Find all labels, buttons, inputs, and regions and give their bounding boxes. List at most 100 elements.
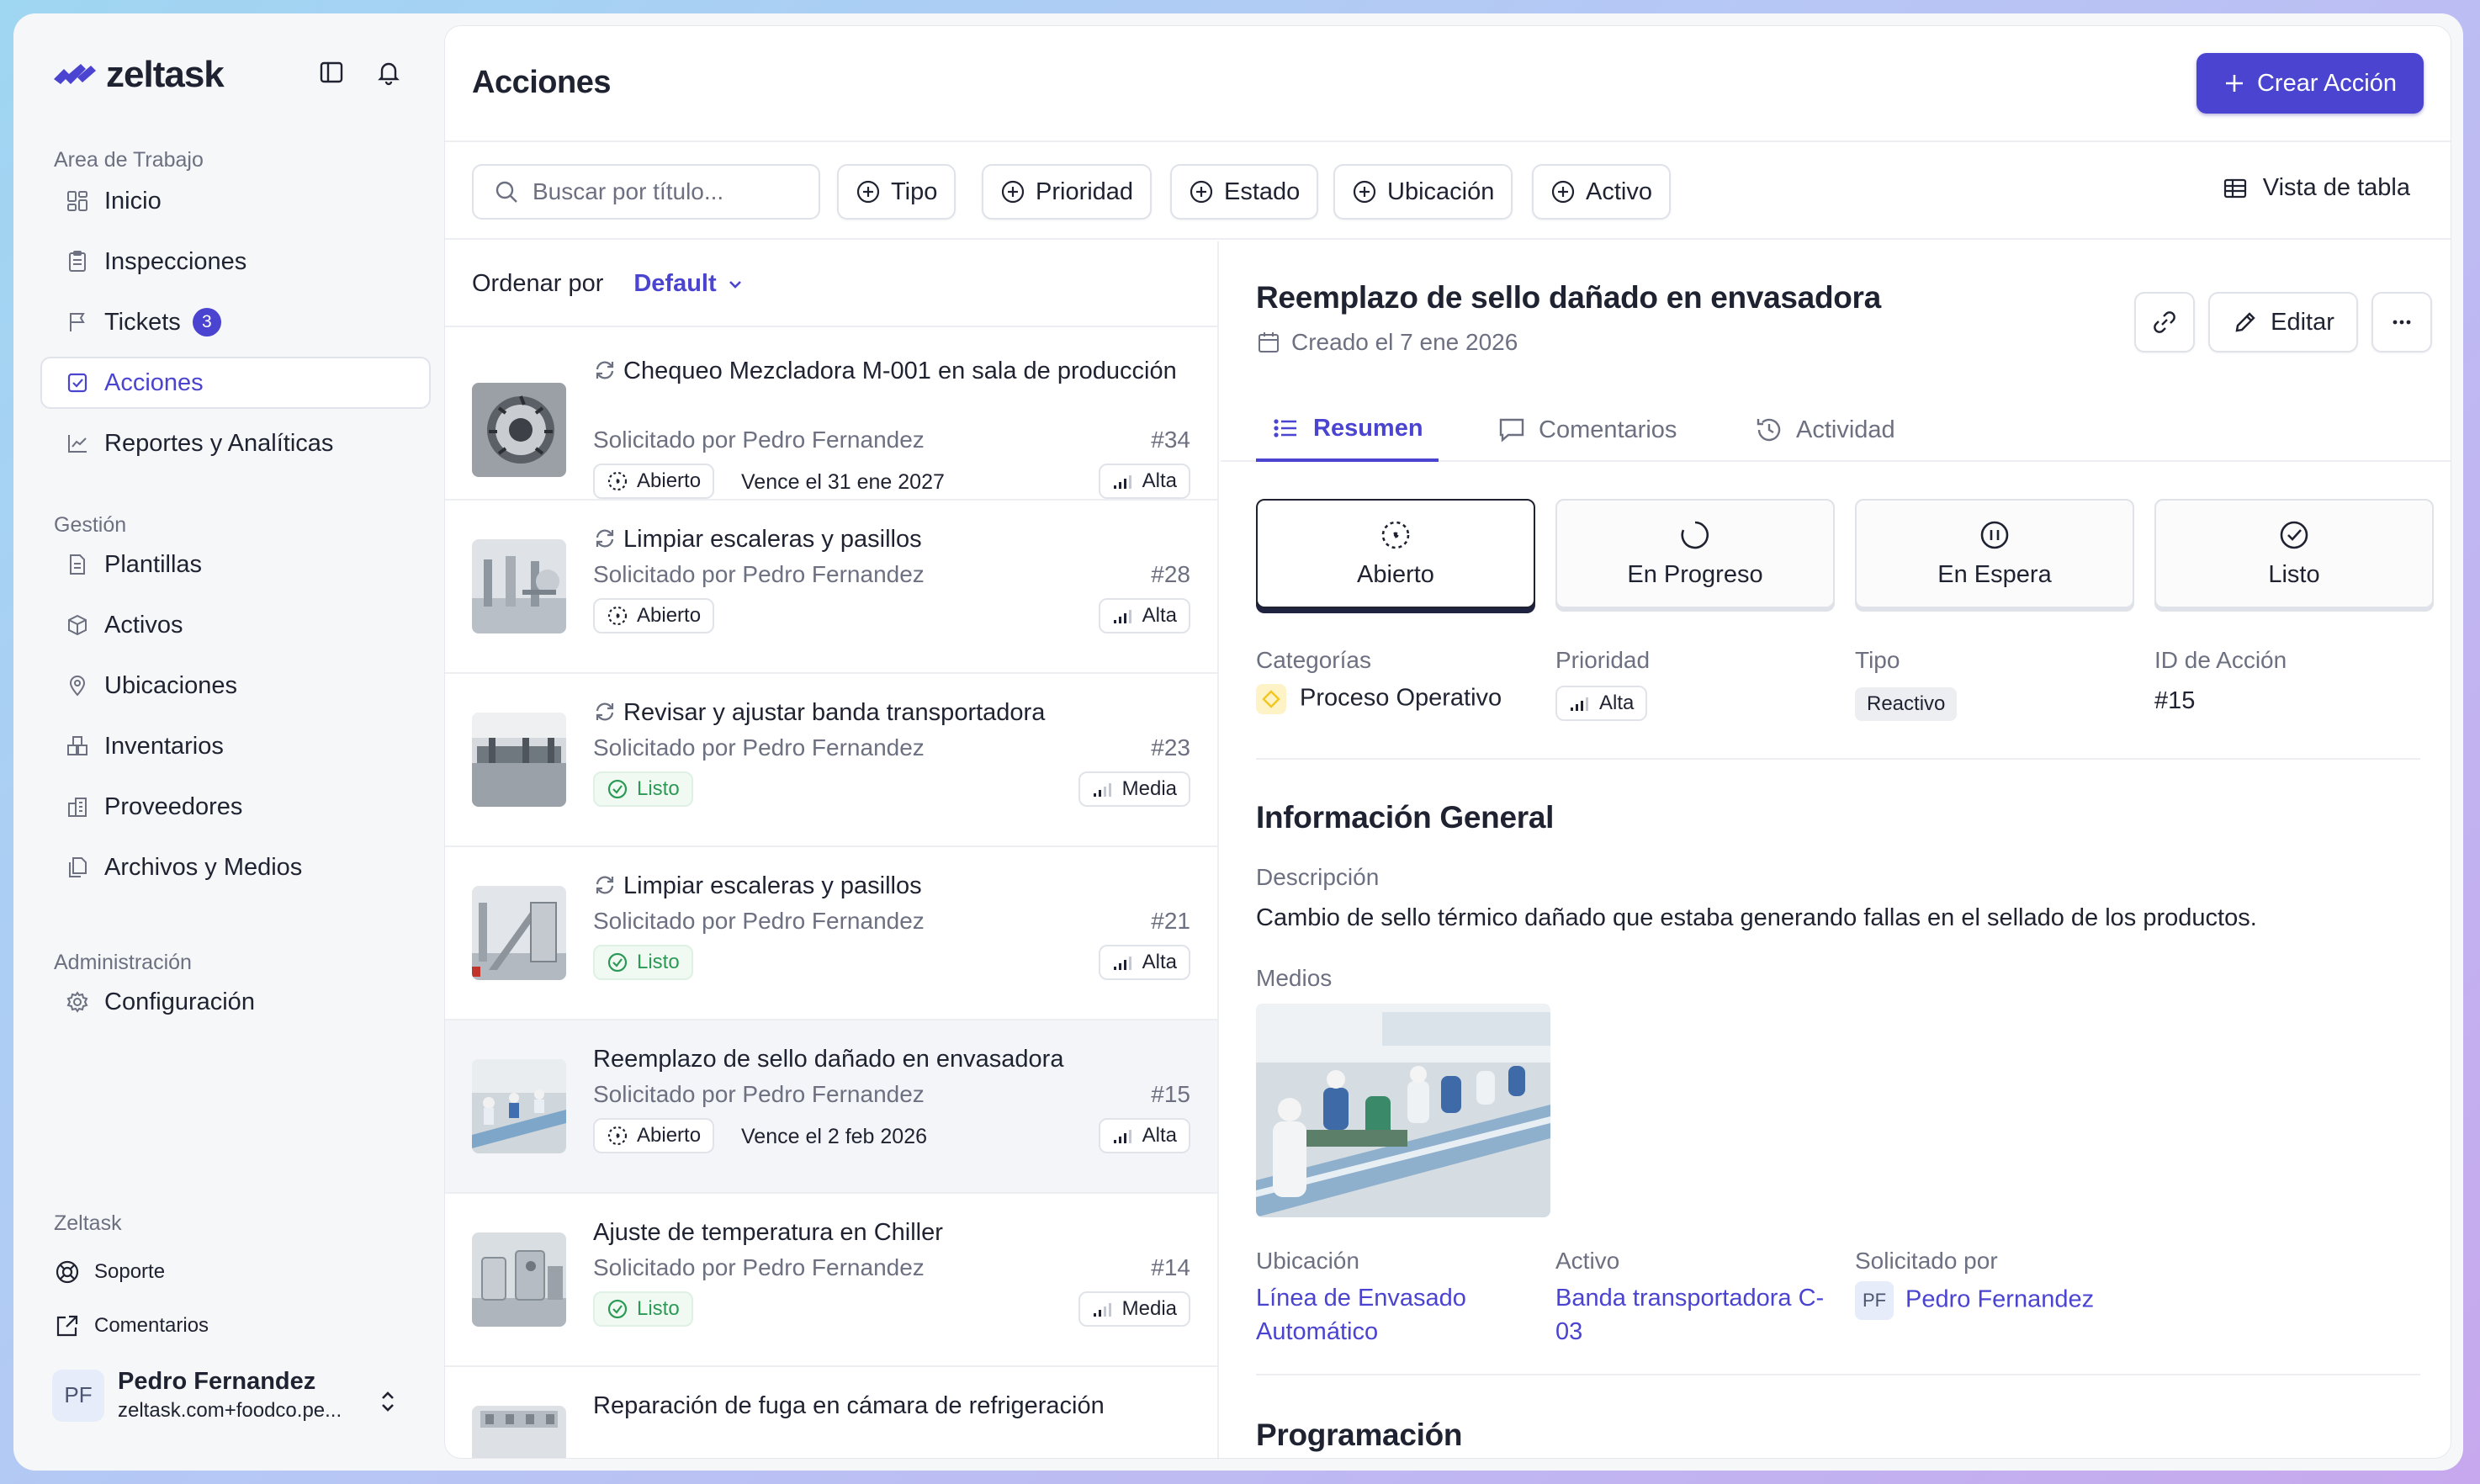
flag-icon [70, 313, 85, 331]
create-action-button[interactable]: Crear Acción [2196, 53, 2424, 114]
support-link[interactable]: Soporte [54, 1259, 165, 1285]
logo[interactable]: zeltask [52, 54, 225, 96]
sidebar-item-proveedores[interactable]: Proveedores [40, 781, 431, 833]
sort-dropdown[interactable]: Default [633, 270, 745, 298]
status-option-en-progreso[interactable]: En Progreso [1555, 499, 1835, 608]
status-option-label: En Espera [1937, 560, 2052, 588]
chevron-down-icon [729, 280, 741, 289]
priority-badge: Media [1078, 1291, 1190, 1327]
tab-actividad[interactable]: Actividad [1739, 398, 1910, 462]
table-icon [2223, 178, 2246, 198]
boxes-icon [67, 736, 87, 755]
sidebar-item-configuracion[interactable]: Configuración [40, 976, 431, 1028]
media-label: Medios [1256, 965, 1333, 991]
sidebar-item-inventarios[interactable]: Inventarios [40, 720, 431, 772]
status-text: Abierto [637, 604, 702, 627]
status-badge: Listo [593, 945, 693, 980]
user-menu[interactable]: PF Pedro Fernandez zeltask.com+foodco.pe… [52, 1368, 342, 1423]
filter-chip-prioridad[interactable]: Prioridad [982, 164, 1153, 220]
section-title-workspace: Area de Trabajo [54, 148, 204, 172]
edit-label: Editar [2271, 308, 2334, 336]
filter-chip-ubicacion[interactable]: Ubicación [1333, 164, 1513, 220]
more-options-button[interactable] [2371, 292, 2432, 352]
item-requester: Solicitado por Pedro Fernandez [593, 561, 925, 587]
status-text: Listo [637, 777, 680, 800]
list-item[interactable]: Limpiar escaleras y pasillos Solicitado … [445, 499, 1217, 672]
sidebar-item-activos[interactable]: Activos [40, 599, 431, 651]
created-text: Creado el 7 ene 2026 [1291, 329, 1518, 355]
search-placeholder: Buscar por título... [533, 178, 724, 204]
sidebar-item-plantillas[interactable]: Plantillas [40, 538, 431, 591]
sidebar-item-tickets[interactable]: Tickets 3 [40, 296, 431, 348]
item-requester: Solicitado por Pedro Fernandez [593, 1081, 925, 1107]
requester-link[interactable]: PF Pedro Fernandez [1855, 1281, 2094, 1320]
schedule-heading: Programación [1256, 1418, 1463, 1452]
bell-icon[interactable] [375, 59, 402, 86]
main-panel: Acciones Crear Acción Buscar por título.… [444, 25, 2451, 1459]
grid-icon [67, 191, 87, 211]
chevron-up-down-icon[interactable] [375, 1386, 400, 1417]
filter-chip-tipo[interactable]: Tipo [837, 164, 956, 220]
tab-comentarios[interactable]: Comentarios [1481, 398, 1692, 462]
table-view-button[interactable]: Vista de tabla [2223, 174, 2410, 202]
sidebar-item-archivos[interactable]: Archivos y Medios [40, 841, 431, 893]
location-text-line2: Automático [1256, 1318, 1379, 1345]
priority-badge: Media [1078, 771, 1190, 807]
repeat-icon [596, 876, 614, 894]
search-icon [495, 181, 517, 203]
location-link[interactable]: Línea de Envasado Automático [1256, 1281, 1466, 1349]
signal-bars-icon [1113, 610, 1131, 623]
item-title: Limpiar escaleras y pasillos [593, 869, 1190, 903]
list-item[interactable]: Limpiar escaleras y pasillos Solicitado … [445, 845, 1217, 1019]
chip-label: Tipo [891, 178, 938, 205]
status-option-en-espera[interactable]: En Espera [1855, 499, 2134, 608]
section-title-zeltask: Zeltask [54, 1211, 122, 1235]
search-input[interactable]: Buscar por título... [472, 164, 820, 220]
sort-value: Default [633, 270, 717, 297]
item-number: #21 [1151, 908, 1190, 934]
status-badge: Listo [593, 771, 693, 807]
action-id-label: ID de Acción [2154, 647, 2287, 673]
list-item[interactable]: Revisar y ajustar banda transportadora S… [445, 672, 1217, 845]
sidebar-item-acciones[interactable]: Acciones [40, 357, 431, 409]
action-id-value: #15 [2154, 687, 2196, 714]
item-title: Chequeo Mezcladora M-001 en sala de prod… [593, 354, 1190, 388]
list-item[interactable]: Chequeo Mezcladora M-001 en sala de prod… [445, 326, 1217, 499]
sidebar-toggle-icon[interactable] [318, 59, 345, 86]
type-label: Tipo [1855, 647, 1900, 673]
thumbnail-image [472, 1232, 566, 1327]
asset-text-line1: Banda transportadora C- [1555, 1285, 1825, 1312]
edit-button[interactable]: Editar [2208, 292, 2358, 352]
create-action-label: Crear Acción [2256, 69, 2397, 97]
tab-resumen[interactable]: Resumen [1256, 398, 1439, 462]
sidebar-item-ubicaciones[interactable]: Ubicaciones [40, 660, 431, 712]
asset-link[interactable]: Banda transportadora C- 03 [1555, 1281, 1824, 1349]
sidebar-item-label: Ubicaciones [104, 671, 237, 699]
avatar: PF [1855, 1281, 1894, 1320]
description-text: Cambio de sello térmico dañado que estab… [1256, 904, 2257, 931]
thumbnail-image [472, 383, 566, 477]
sidebar-item-inicio[interactable]: Inicio [40, 175, 431, 227]
item-title: Ajuste de temperatura en Chiller [593, 1216, 1190, 1249]
list-item-selected[interactable]: Reemplazo de sello dañado en envasadora … [445, 1019, 1217, 1192]
action-detail: Reemplazo de sello dañado en envasadora … [1221, 241, 2451, 1458]
filter-chip-estado[interactable]: Estado [1170, 164, 1319, 220]
sidebar-item-reportes[interactable]: Reportes y Analíticas [40, 417, 431, 469]
copy-link-button[interactable] [2134, 292, 2195, 352]
filter-chip-activo[interactable]: Activo [1532, 164, 1671, 220]
status-option-abierto[interactable]: Abierto [1256, 499, 1535, 608]
item-number: #15 [1151, 1081, 1190, 1107]
circle-dashed-icon [607, 606, 628, 626]
user-email: zeltask.com+foodco.pe... [118, 1399, 342, 1422]
clipboard-icon [69, 251, 86, 272]
media-image[interactable] [1256, 1004, 1550, 1217]
feedback-link[interactable]: Comentarios [54, 1312, 209, 1339]
status-option-listo[interactable]: Listo [2154, 499, 2434, 608]
plus-circle-icon [1551, 180, 1575, 204]
item-requester: Solicitado por Pedro Fernandez [593, 734, 925, 761]
list-item[interactable]: Ajuste de temperatura en Chiller Solicit… [445, 1192, 1217, 1365]
list-item[interactable]: Reparación de fuga en cámara de refriger… [445, 1365, 1217, 1458]
sidebar-item-inspecciones[interactable]: Inspecciones [40, 236, 431, 288]
page-header: Acciones Crear Acción [445, 26, 2451, 142]
feedback-label: Comentarios [94, 1314, 209, 1337]
